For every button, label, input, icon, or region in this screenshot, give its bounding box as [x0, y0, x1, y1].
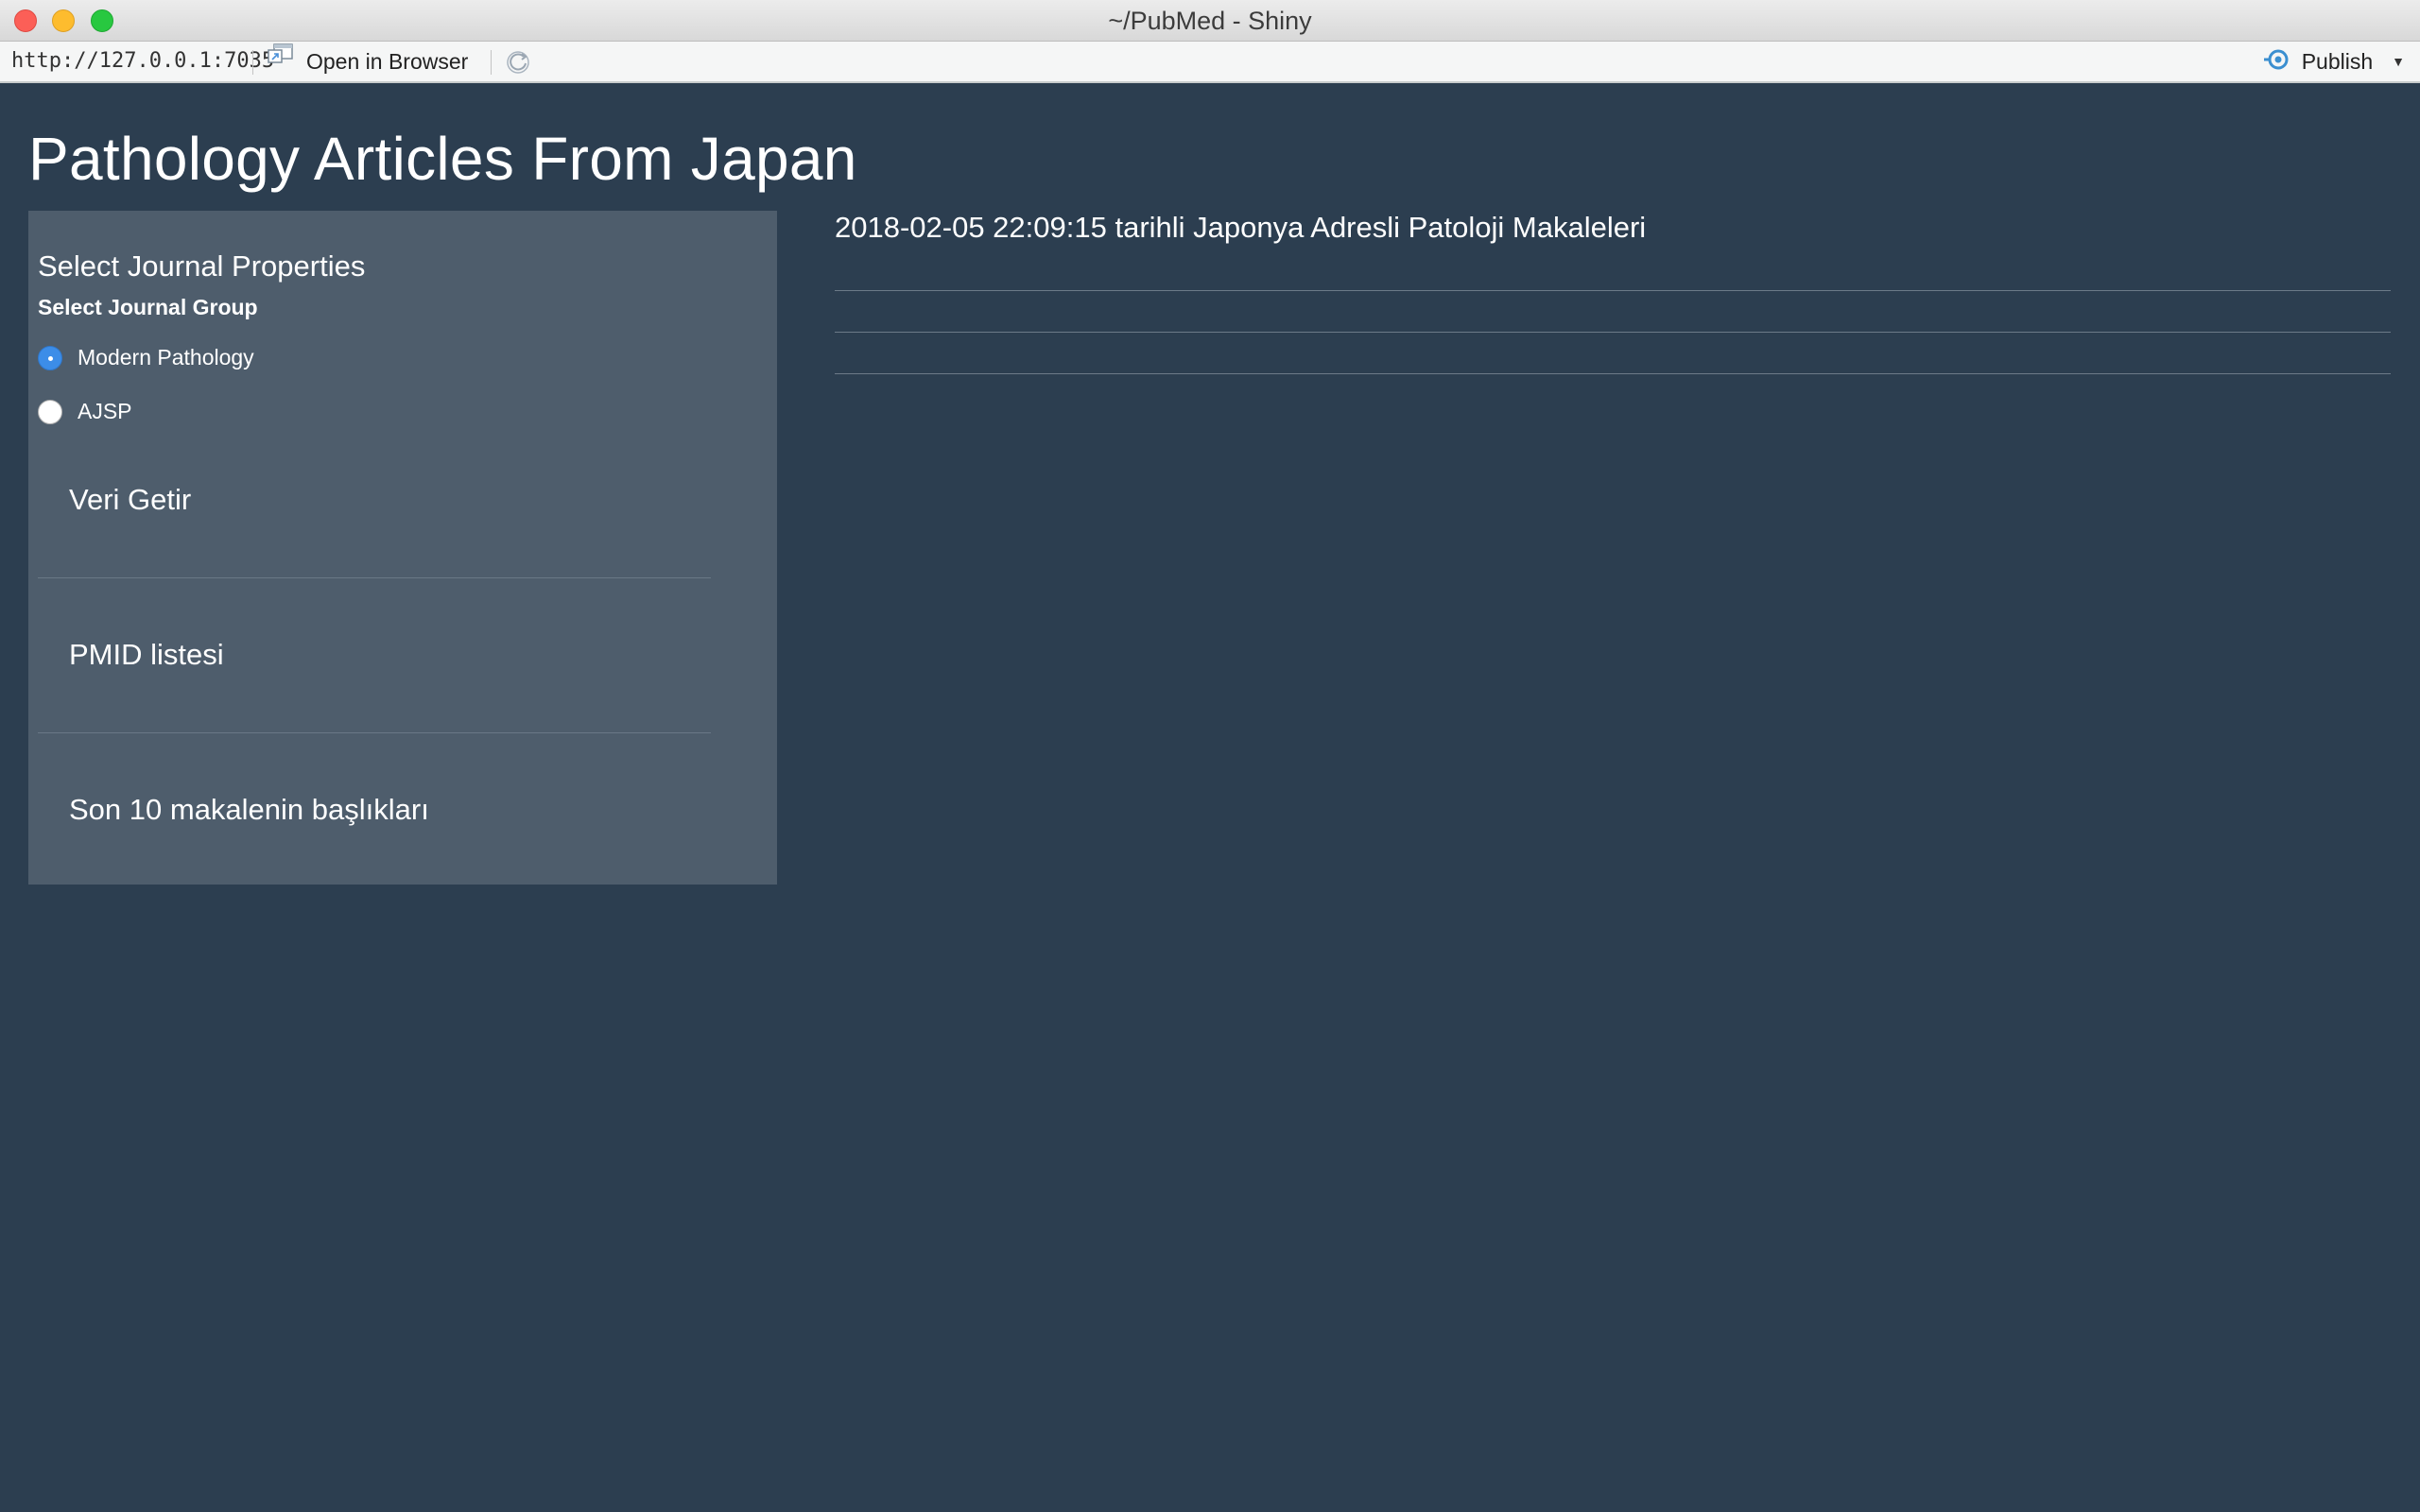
veri-getir-action[interactable]: Veri Getir — [69, 483, 191, 517]
radio-modern-pathology[interactable]: Modern Pathology — [38, 345, 254, 370]
radio-button-unchecked[interactable] — [38, 399, 62, 424]
latest-titles-action[interactable]: Son 10 makalenin başlıkları — [69, 793, 429, 827]
sidebar-divider — [38, 732, 711, 733]
pmid-list-action[interactable]: PMID listesi — [69, 638, 224, 672]
refresh-icon[interactable] — [505, 49, 531, 76]
url-display[interactable]: http://127.0.0.1:7035 — [11, 42, 274, 81]
window-titlebar: ~/PubMed - Shiny — [0, 0, 2420, 42]
radio-button-checked[interactable] — [38, 345, 62, 370]
publish-label: Publish — [2301, 48, 2374, 74]
publish-icon — [2262, 47, 2294, 77]
publish-button[interactable]: Publish ▼ — [2262, 42, 2405, 81]
sidebar-heading: Select Journal Properties — [38, 249, 366, 283]
window-title: ~/PubMed - Shiny — [1108, 7, 1312, 35]
toolbar-separator — [252, 50, 253, 75]
open-in-browser-button[interactable]: Open in Browser — [267, 42, 468, 81]
main-divider — [835, 373, 2391, 374]
open-in-browser-label: Open in Browser — [306, 49, 469, 74]
main-divider — [835, 332, 2391, 333]
chevron-down-icon[interactable]: ▼ — [2392, 54, 2405, 69]
open-in-browser-icon — [267, 42, 295, 82]
toolbar-separator — [491, 50, 492, 75]
page-title: Pathology Articles From Japan — [28, 125, 857, 193]
radio-ajsp[interactable]: AJSP — [38, 399, 132, 424]
viewer-toolbar: http://127.0.0.1:7035 Open in Browser Pu… — [0, 42, 2420, 83]
sidebar-divider — [38, 577, 711, 578]
journal-group-label: Select Journal Group — [38, 295, 258, 319]
main-divider — [835, 290, 2391, 291]
main-heading: 2018-02-05 22:09:15 tarihli Japonya Adre… — [835, 211, 1647, 244]
radio-label: AJSP — [78, 399, 132, 423]
radio-label: Modern Pathology — [78, 345, 254, 369]
